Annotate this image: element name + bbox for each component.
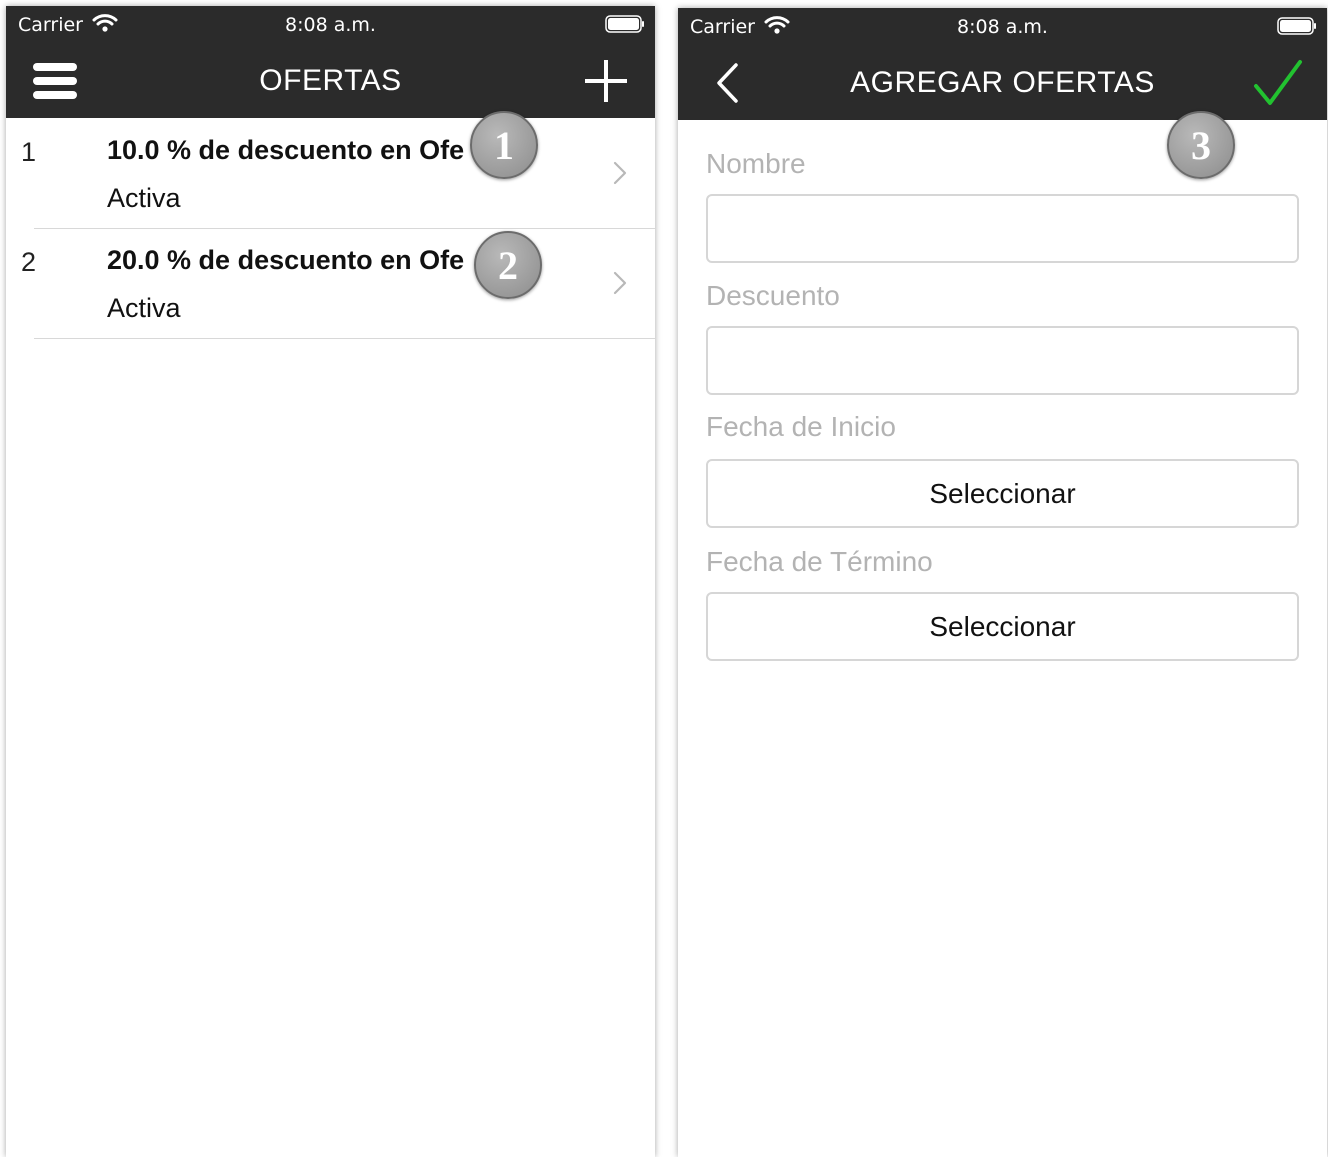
status-bar: Carrier 8:08 a.m. — [6, 6, 655, 42]
row-title: 10.0 % de descuento en Ofe — [107, 135, 465, 165]
descuento-input[interactable] — [706, 326, 1299, 395]
list-item[interactable]: 2 20.0 % de descuento en Ofe Activa — [6, 228, 655, 339]
nombre-label: Nombre — [706, 148, 806, 179]
plus-icon — [585, 60, 627, 102]
nombre-input[interactable] — [706, 194, 1299, 263]
add-offer-button[interactable] — [581, 56, 631, 106]
callout-badge: 3 — [1167, 111, 1235, 179]
row-status: Activa — [107, 293, 181, 323]
row-divider — [34, 338, 655, 339]
nav-bar: OFERTAS — [6, 42, 655, 118]
fecha-inicio-label: Fecha de Inicio — [706, 411, 896, 442]
callout-badge: 2 — [474, 231, 542, 299]
fecha-inicio-button-label: Seleccionar — [929, 477, 1076, 509]
fecha-termino-select-button[interactable]: Seleccionar — [706, 592, 1299, 661]
page-title: OFERTAS — [259, 64, 402, 97]
offers-list-screen: Carrier 8:08 a.m. OFERTAS 1 10.0 % de de… — [6, 6, 655, 1157]
nav-bar: AGREGAR OFERTAS — [678, 44, 1327, 120]
status-time: 8:08 a.m. — [957, 16, 1048, 38]
status-bar: Carrier 8:08 a.m. — [678, 8, 1327, 44]
row-status: Activa — [107, 183, 181, 213]
fecha-termino-button-label: Seleccionar — [929, 610, 1076, 642]
chevron-right-icon — [613, 161, 627, 185]
fecha-termino-label: Fecha de Término — [706, 546, 933, 577]
save-button[interactable] — [1253, 58, 1303, 108]
row-title: 20.0 % de descuento en Ofe — [107, 245, 465, 275]
status-time: 8:08 a.m. — [285, 14, 376, 36]
add-offer-screen: Carrier 8:08 a.m. AGREGAR OFERTAS Nombre… — [678, 8, 1327, 1157]
page-title: AGREGAR OFERTAS — [850, 66, 1155, 99]
chevron-right-icon — [613, 271, 627, 295]
battery-icon — [605, 15, 644, 33]
row-index: 2 — [21, 247, 37, 277]
callout-badge: 1 — [470, 111, 538, 179]
descuento-label: Descuento — [706, 280, 840, 311]
row-index: 1 — [21, 137, 37, 167]
list-item[interactable]: 1 10.0 % de descuento en Ofe Activa — [6, 118, 655, 229]
battery-icon — [1277, 17, 1316, 35]
fecha-inicio-select-button[interactable]: Seleccionar — [706, 459, 1299, 528]
checkmark-icon — [1254, 60, 1302, 105]
